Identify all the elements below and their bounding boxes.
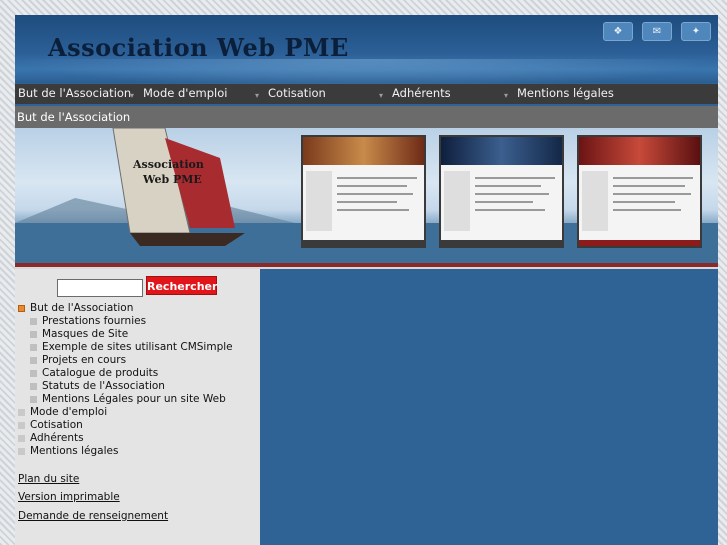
banner-image: Association Web PME [15,128,718,264]
sidebar-subitem[interactable]: Masques de Site [30,328,128,340]
bullet-icon [30,344,37,351]
menu-item-adherents[interactable]: Adhérents [392,86,451,100]
search-button[interactable]: Rechercher [146,276,217,295]
contact-request-link[interactable]: Demande de renseignement [18,510,168,522]
sidebar-item-label: Exemple de sites utilisant CMSimple [42,341,233,353]
sidebar-item-label: But de l'Association [30,302,134,314]
sidebar-item-cotisation[interactable]: Cotisation [18,419,83,431]
site-thumbnail[interactable] [301,135,426,248]
thumbnail-text [337,193,413,195]
sidebar-item-label: Mentions légales [30,445,119,457]
site-thumbnail[interactable] [577,135,702,248]
main-content [260,269,718,545]
bullet-icon [30,396,37,403]
sidebar-item-label: Adhérents [30,432,84,444]
thumbnail-text [337,185,407,187]
thumbnail-text [613,201,675,203]
printable-version-link[interactable]: Version imprimable [18,491,120,503]
search-input[interactable] [57,279,143,297]
menu-item-but-association[interactable]: But de l'Association [18,86,131,100]
chevron-down-icon: ▾ [379,91,384,100]
main-menu: But de l'Association ▾ Mode d'emploi ▾ C… [15,84,718,104]
sidebar-item-label: Cotisation [30,419,83,431]
bullet-icon [30,383,37,390]
bullet-icon [18,305,25,312]
bullet-icon [18,422,25,429]
breadcrumb-current: But de l'Association [17,110,131,124]
breadcrumb: But de l'Association [15,106,718,128]
menu-item-mode-emploi[interactable]: Mode d'emploi [143,86,227,100]
sidebar-subitem[interactable]: Statuts de l'Association [30,380,165,392]
menu-item-mentions-legales[interactable]: Mentions légales [517,86,614,100]
site-thumbnail[interactable] [439,135,564,248]
bullet-icon [30,370,37,377]
thumbnail-header [303,137,424,165]
sidebar-item-adherents[interactable]: Adhérents [18,432,84,444]
thumbnail-text [475,185,541,187]
sidebar-subitem[interactable]: Prestations fournies [30,315,146,327]
home-icon[interactable]: ❖ [603,22,633,41]
thumbnail-text [613,209,681,211]
chevron-down-icon: ▾ [130,91,135,100]
sidebar-subitem[interactable]: Catalogue de produits [30,367,158,379]
sidebar-subitem[interactable]: Mentions Légales pour un site Web [30,393,226,405]
thumbnail-footer [441,240,562,246]
sidebar-subitem[interactable]: Projets en cours [30,354,126,366]
thumbnail-text [475,193,549,195]
boat-label: Web PME [143,173,202,186]
sidebar-item-but-association[interactable]: But de l'Association [18,302,133,314]
thumbnail-text [613,193,691,195]
bullet-icon [30,357,37,364]
thumbnail-sidebar [306,171,332,231]
thumbnail-sidebar [582,171,608,231]
thumbnail-text [337,201,397,203]
sidebar-item-label: Masques de Site [42,328,129,340]
sidebar-item-label: Statuts de l'Association [42,380,165,392]
bullet-icon [30,318,37,325]
sidebar-item-label: Mentions Légales pour un site Web [42,393,226,405]
bullet-icon [30,331,37,338]
thumbnail-header [441,137,562,165]
thumbnail-footer [579,240,700,246]
thumbnail-text [337,177,417,179]
thumbnail-text [613,185,685,187]
boat-label: Association [133,158,204,171]
chevron-down-icon: ▾ [255,91,260,100]
bullet-icon [18,448,25,455]
menu-item-cotisation[interactable]: Cotisation [268,86,326,100]
thumbnail-text [613,177,693,179]
bullet-icon [18,409,25,416]
sidebar: Rechercher But de l'Association Prestati… [15,269,260,545]
sidebar-item-label: Prestations fournies [42,315,147,327]
thumbnail-text [337,209,409,211]
chevron-down-icon: ▾ [504,91,509,100]
sidebar-item-mode-emploi[interactable]: Mode d'emploi [18,406,107,418]
sidebar-item-label: Projets en cours [42,354,127,366]
bullet-icon [18,435,25,442]
sitemap-icon[interactable]: ✦ [681,22,711,41]
sidebar-item-mentions-legales[interactable]: Mentions légales [18,445,118,457]
site-title: Association Web PME [48,33,349,62]
sitemap-link[interactable]: Plan du site [18,473,79,485]
thumbnail-sidebar [444,171,470,231]
sidebar-item-label: Mode d'emploi [30,406,108,418]
site-header: Association Web PME ❖ ✉ ✦ [15,15,718,89]
page-frame: Association Web PME ❖ ✉ ✦ But de l'Assoc… [15,15,718,545]
thumbnail-footer [303,240,424,246]
thumbnail-text [475,209,545,211]
sidebar-subitem[interactable]: Exemple de sites utilisant CMSimple [30,341,233,353]
mail-icon[interactable]: ✉ [642,22,672,41]
thumbnail-text [475,201,533,203]
sidebar-item-label: Catalogue de produits [42,367,159,379]
thumbnail-header [579,137,700,165]
thumbnail-text [475,177,555,179]
